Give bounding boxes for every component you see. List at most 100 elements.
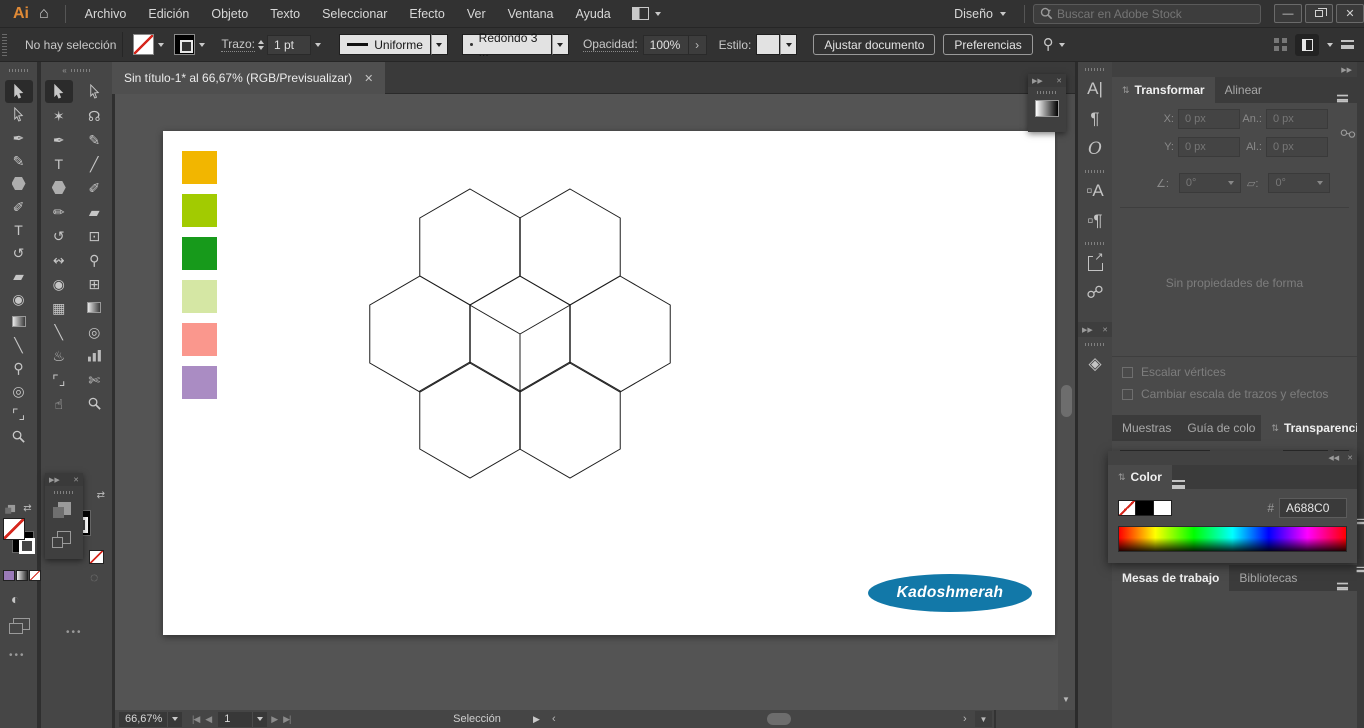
fill-dropdown[interactable] [154, 34, 168, 55]
zoom-tool[interactable] [5, 425, 33, 448]
puppet-warp-tool[interactable]: ⚲ [5, 356, 33, 379]
magic-wand-tool[interactable]: ✶ [45, 104, 73, 127]
swatch-purple[interactable] [182, 366, 217, 399]
direct-selection-tool[interactable] [5, 103, 33, 126]
more-tools-icon[interactable]: ••• [9, 650, 26, 661]
drag-grip[interactable] [2, 33, 7, 56]
artboard-number[interactable]: 1 [218, 711, 253, 727]
zoom-level[interactable]: 66,67% [119, 711, 167, 727]
arrange-documents-icon[interactable] [1274, 38, 1287, 51]
close-icon[interactable]: ✕ [73, 476, 79, 484]
scale-corners-option[interactable]: Escalar vértices [1122, 365, 1347, 379]
style-swatch[interactable] [756, 34, 781, 55]
checkbox[interactable] [1122, 366, 1133, 378]
scale-strokes-option[interactable]: Cambiar escala de trazos y efectos [1122, 387, 1347, 401]
tab-transformar[interactable]: ⇅ Transformar [1112, 77, 1215, 103]
tab-muestras[interactable]: Muestras [1112, 415, 1181, 441]
panel-menu-icon[interactable] [1336, 94, 1349, 103]
expand-icon[interactable]: ▶▶ [49, 476, 60, 484]
width-profile-dropdown[interactable] [430, 34, 448, 55]
blend-tool[interactable]: ◎ [5, 379, 33, 402]
rotate-select[interactable]: 0° [1178, 173, 1241, 193]
status-play-icon[interactable]: ▶ [533, 714, 540, 725]
scroll-corner[interactable]: ▼ [975, 711, 992, 727]
scrollbar-thumb[interactable] [1061, 385, 1072, 417]
next-artboard-icon[interactable]: ▶ [271, 714, 278, 725]
drag-handle[interactable] [1085, 343, 1105, 346]
y-field[interactable]: 0 px [1178, 137, 1240, 157]
dock-header[interactable]: ▶▶ [1112, 62, 1357, 77]
draw-normal-icon[interactable] [52, 502, 71, 518]
more-tools-icon[interactable]: ••• [66, 627, 83, 638]
stroke-color-swatch[interactable] [174, 34, 196, 55]
artboard[interactable]: Kadoshmerah [163, 131, 1055, 635]
artboard-dropdown[interactable] [252, 711, 268, 727]
draw-behind-icon[interactable] [52, 531, 71, 548]
eyedropper-tool[interactable]: ╲ [45, 320, 73, 343]
panel-header[interactable]: ▶▶ ✕ [45, 473, 83, 486]
stroke-weight-label[interactable]: Trazo: [221, 37, 255, 52]
panel-header[interactable]: ▶▶ ✕ [1028, 74, 1066, 87]
type-tool[interactable]: T [45, 152, 73, 175]
opacity-value[interactable]: 100% [642, 34, 689, 55]
eyedropper-tool[interactable]: ╲ [5, 333, 33, 356]
panel-menu-icon[interactable] [1336, 582, 1349, 591]
hexagon-pattern[interactable] [363, 181, 683, 481]
tab-color[interactable]: ⇅ Color [1108, 465, 1172, 489]
menu-item-objeto[interactable]: Objeto [200, 7, 259, 21]
shear-select[interactable]: 0° [1268, 173, 1331, 193]
paragraph-styles-panel-icon[interactable]: ▫¶ [1078, 206, 1112, 236]
close-icon[interactable]: ✕ [1347, 454, 1353, 462]
scroll-down-icon[interactable]: ▼ [1062, 695, 1070, 704]
opentype-panel-icon[interactable]: O [1078, 134, 1112, 164]
close-icon[interactable]: ✕ [1056, 77, 1062, 85]
polygon-tool[interactable] [5, 172, 33, 195]
menu-item-efecto[interactable]: Efecto [398, 7, 455, 21]
width-profile-select[interactable]: Uniforme [338, 34, 431, 55]
drag-handle[interactable] [8, 68, 29, 72]
menu-item-seleccionar[interactable]: Seleccionar [311, 7, 398, 21]
menu-item-edición[interactable]: Edición [137, 7, 200, 21]
menu-item-ver[interactable]: Ver [456, 7, 497, 21]
fill-color-swatch[interactable] [133, 34, 155, 55]
previous-artboard-icon[interactable]: ◀ [205, 714, 212, 725]
color-mode-chip[interactable] [3, 570, 15, 581]
panel-layout-icon[interactable] [1295, 33, 1319, 56]
first-artboard-icon[interactable]: |◀ [192, 714, 200, 725]
shaper-tool[interactable]: ✏ [45, 200, 73, 223]
fill-indicator[interactable] [3, 518, 25, 540]
shape-builder-tool[interactable]: ◉ [5, 287, 33, 310]
opacity-arrow[interactable]: › [688, 34, 707, 55]
stroke-dropdown[interactable] [195, 34, 209, 55]
scale-tool[interactable]: ⊡ [80, 224, 108, 247]
pen-tool[interactable]: ✒ [5, 126, 33, 149]
gradient-thumbnail[interactable] [1035, 100, 1059, 117]
pen-tool[interactable]: ✒ [45, 128, 73, 151]
drag-handle[interactable] [54, 491, 74, 494]
canvas[interactable]: Kadoshmerah [115, 94, 1058, 710]
drag-handle[interactable] [1037, 91, 1057, 94]
collapse-icon[interactable]: ◀◀ [1328, 454, 1339, 462]
drag-handle[interactable] [1085, 68, 1105, 71]
preferences-button[interactable]: Preferencias [943, 34, 1033, 55]
scroll-left-icon[interactable]: ‹ [552, 713, 556, 725]
width-field[interactable]: 0 px [1266, 109, 1328, 129]
panel-menu-icon[interactable] [1171, 480, 1185, 489]
none-swatch[interactable] [1118, 500, 1136, 516]
slice-tool[interactable]: ✄ [80, 368, 108, 391]
gradient-tool[interactable] [80, 296, 108, 319]
column-graph-tool[interactable] [80, 344, 108, 367]
blend-tool[interactable]: ◎ [80, 320, 108, 343]
x-field[interactable]: 0 px [1178, 109, 1240, 129]
layers-panel-icon[interactable]: ◈ [1078, 349, 1112, 379]
eraser-tool[interactable]: ▰ [5, 264, 33, 287]
mesh-tool[interactable]: ▦ [45, 296, 73, 319]
menu-item-ventana[interactable]: Ventana [497, 7, 565, 21]
shape-modes-icon[interactable]: ◐ [11, 592, 19, 606]
brush-select[interactable]: Redondo 3 ... [461, 31, 552, 59]
swatch-pale-green[interactable] [182, 280, 217, 313]
menu-item-ayuda[interactable]: Ayuda [565, 7, 622, 21]
eraser-tool[interactable]: ▰ [80, 200, 108, 223]
home-icon[interactable]: ⌂ [39, 5, 49, 23]
search-input[interactable] [1057, 6, 1227, 21]
